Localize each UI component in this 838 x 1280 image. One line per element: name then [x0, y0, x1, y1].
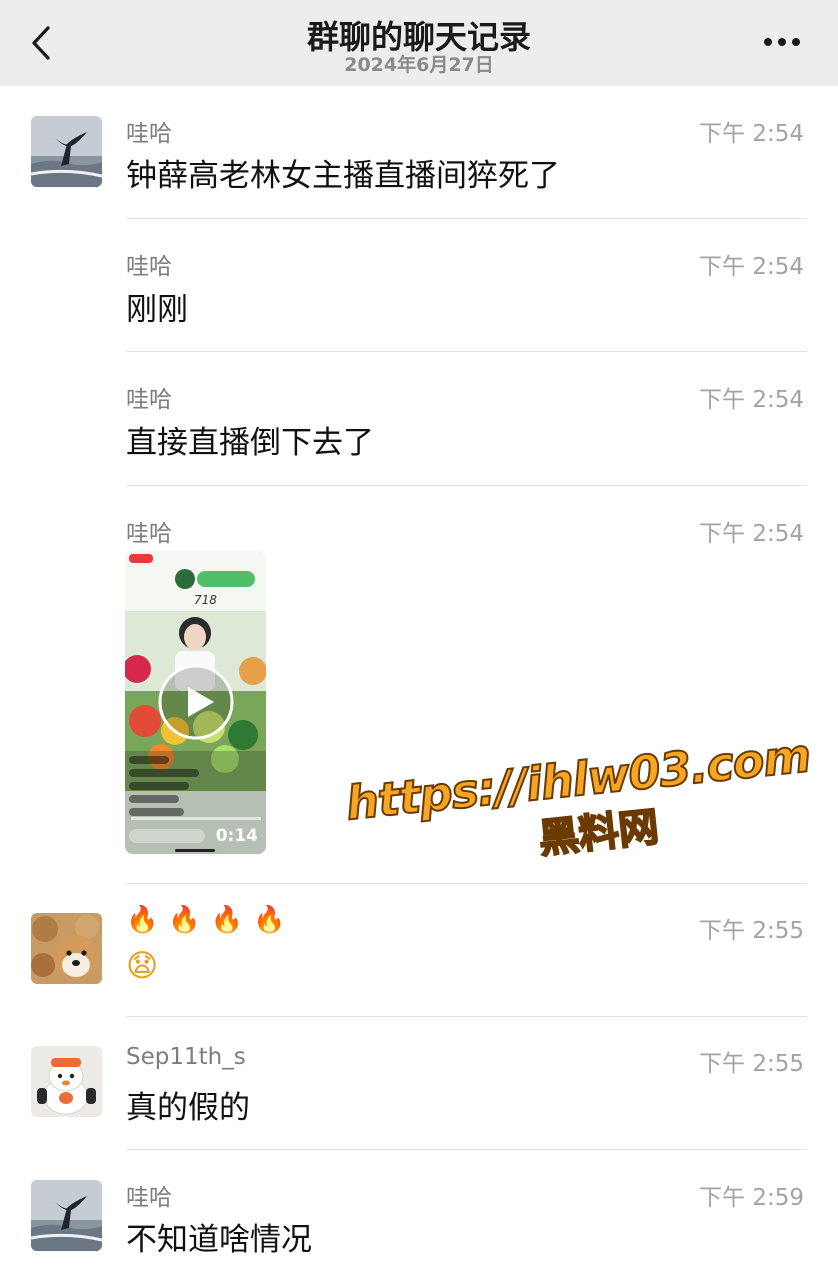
- message-emoji-line: 🔥🔥🔥🔥: [126, 905, 296, 935]
- message-text: 真的假的: [126, 1090, 250, 1126]
- avatar[interactable]: [31, 1046, 102, 1117]
- avatar[interactable]: [31, 913, 102, 984]
- divider: [126, 351, 807, 352]
- message-time: 下午 2:54: [699, 121, 804, 147]
- message-time: 下午 2:54: [699, 254, 804, 280]
- divider: [126, 218, 807, 219]
- message-text: 直接直播倒下去了: [126, 425, 374, 461]
- video-message[interactable]: 718 0:14: [125, 551, 266, 854]
- divider: [126, 1016, 807, 1017]
- video-viewer-count: 718: [194, 593, 217, 607]
- divider: [126, 485, 807, 486]
- message-time: 下午 2:54: [699, 521, 804, 547]
- sender-name: 哇哈: [126, 521, 172, 547]
- message-text: 不知道啥情况: [126, 1222, 312, 1258]
- message-emoji: 😧: [126, 948, 159, 984]
- avatar[interactable]: [31, 1180, 102, 1251]
- play-icon[interactable]: [157, 663, 235, 741]
- message-time: 下午 2:54: [699, 387, 804, 413]
- sender-name: 哇哈: [126, 254, 172, 280]
- watermark-url: https://ihlw03.com: [342, 727, 813, 831]
- divider: [126, 1149, 807, 1150]
- sender-name: 哇哈: [126, 1185, 172, 1211]
- sender-name: 哇哈: [126, 121, 172, 147]
- watermark: https://ihlw03.com 黑料网: [341, 727, 824, 926]
- chat-header: 群聊的聊天记录 2024年6月27日: [0, 0, 838, 86]
- sender-name: Sep11th_s: [126, 1044, 246, 1070]
- message-time: 下午 2:55: [699, 918, 804, 944]
- sender-name: 哇哈: [126, 387, 172, 413]
- avatar[interactable]: [31, 116, 102, 187]
- message-text: 钟薛高老林女主播直播间猝死了: [126, 158, 560, 194]
- watermark-name: 黑料网: [536, 803, 662, 863]
- message-time: 下午 2:55: [699, 1051, 804, 1077]
- divider: [126, 883, 807, 884]
- message-time: 下午 2:59: [699, 1185, 804, 1211]
- video-duration: 0:14: [215, 826, 258, 846]
- page-subtitle-date: 2024年6月27日: [344, 54, 494, 76]
- message-text: 刚刚: [126, 292, 188, 328]
- more-options-icon[interactable]: [764, 34, 802, 50]
